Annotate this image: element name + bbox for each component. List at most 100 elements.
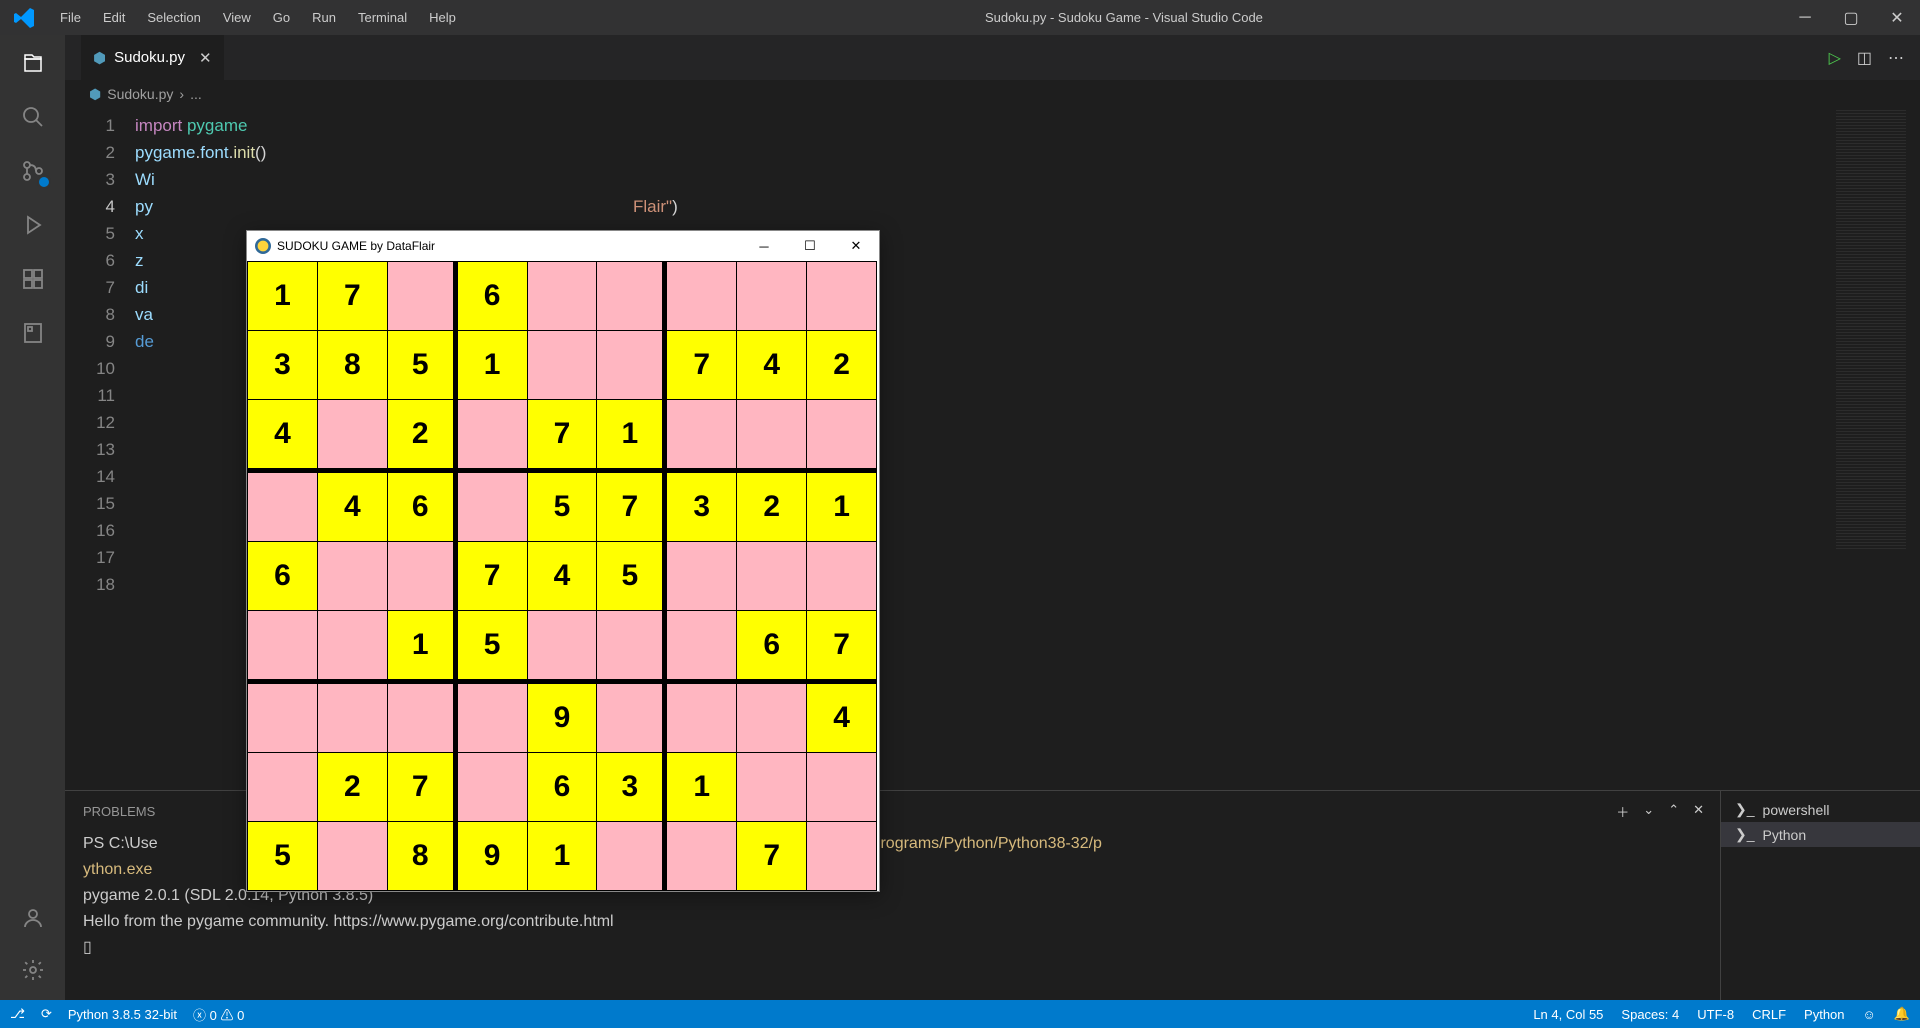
tab-sudoku-py[interactable]: ⬢ Sudoku.py ✕ <box>81 35 224 80</box>
status-encoding[interactable]: UTF-8 <box>1697 1007 1734 1022</box>
pygame-window[interactable]: SUDOKU GAME by DataFlair ─ ☐ ✕ 176385174… <box>246 230 880 892</box>
menu-view[interactable]: View <box>213 5 261 30</box>
sudoku-cell[interactable] <box>597 331 666 399</box>
sudoku-cell[interactable]: 7 <box>597 473 666 541</box>
sudoku-cell[interactable]: 6 <box>458 262 527 330</box>
status-cursor[interactable]: Ln 4, Col 55 <box>1533 1007 1603 1022</box>
sudoku-cell[interactable]: 9 <box>458 822 527 890</box>
sudoku-cell[interactable]: 7 <box>737 822 806 890</box>
extensions-icon[interactable] <box>19 265 47 293</box>
sync-icon[interactable]: ⟳ <box>41 1006 52 1022</box>
sudoku-cell[interactable] <box>528 611 597 683</box>
menu-help[interactable]: Help <box>419 5 466 30</box>
sudoku-cell[interactable]: 7 <box>528 400 597 472</box>
sudoku-cell[interactable] <box>458 473 527 541</box>
sudoku-cell[interactable]: 1 <box>597 400 666 472</box>
menu-selection[interactable]: Selection <box>137 5 210 30</box>
sudoku-cell[interactable]: 1 <box>807 473 876 541</box>
panel-tab-problems[interactable]: PROBLEMS <box>83 804 155 819</box>
sudoku-cell[interactable] <box>737 684 806 752</box>
sudoku-cell[interactable]: 5 <box>458 611 527 683</box>
sudoku-cell[interactable] <box>388 684 457 752</box>
shell-python[interactable]: ❯_Python <box>1721 822 1920 847</box>
sudoku-cell[interactable] <box>458 753 527 821</box>
menu-terminal[interactable]: Terminal <box>348 5 417 30</box>
menu-file[interactable]: File <box>50 5 91 30</box>
explorer-icon[interactable] <box>19 49 47 77</box>
sudoku-cell[interactable] <box>737 542 806 610</box>
sudoku-cell[interactable]: 1 <box>388 611 457 683</box>
menu-run[interactable]: Run <box>302 5 346 30</box>
pygame-maximize-button[interactable]: ☐ <box>787 231 833 261</box>
sudoku-cell[interactable] <box>458 400 527 472</box>
sudoku-cell[interactable]: 5 <box>597 542 666 610</box>
sudoku-cell[interactable] <box>597 262 666 330</box>
status-python-version[interactable]: Python 3.8.5 32-bit <box>68 1007 177 1022</box>
sudoku-cell[interactable]: 2 <box>737 473 806 541</box>
sudoku-cell[interactable]: 2 <box>807 331 876 399</box>
sudoku-cell[interactable] <box>318 822 387 890</box>
sudoku-cell[interactable]: 8 <box>318 331 387 399</box>
status-language[interactable]: Python <box>1804 1007 1844 1022</box>
sudoku-cell[interactable]: 7 <box>388 753 457 821</box>
sudoku-cell[interactable]: 1 <box>528 822 597 890</box>
sudoku-cell[interactable] <box>318 611 387 683</box>
sudoku-cell[interactable] <box>667 542 736 610</box>
sudoku-cell[interactable]: 2 <box>318 753 387 821</box>
sudoku-cell[interactable]: 7 <box>318 262 387 330</box>
sudoku-cell[interactable]: 8 <box>388 822 457 890</box>
account-icon[interactable] <box>19 904 47 932</box>
sudoku-cell[interactable]: 6 <box>528 753 597 821</box>
sudoku-cell[interactable]: 5 <box>388 331 457 399</box>
sudoku-cell[interactable] <box>597 684 666 752</box>
sudoku-cell[interactable] <box>248 473 317 541</box>
remote-icon[interactable]: ⎇ <box>10 1006 25 1022</box>
status-eol[interactable]: CRLF <box>1752 1007 1786 1022</box>
sudoku-cell[interactable] <box>528 262 597 330</box>
sudoku-cell[interactable] <box>248 753 317 821</box>
sudoku-cell[interactable] <box>528 331 597 399</box>
sudoku-cell[interactable]: 3 <box>597 753 666 821</box>
sudoku-cell[interactable]: 4 <box>248 400 317 472</box>
sudoku-cell[interactable]: 4 <box>528 542 597 610</box>
split-editor-icon[interactable]: ◫ <box>1857 48 1872 68</box>
sudoku-cell[interactable]: 3 <box>248 331 317 399</box>
sudoku-cell[interactable] <box>667 684 736 752</box>
run-debug-icon[interactable] <box>19 211 47 239</box>
sudoku-cell[interactable] <box>248 684 317 752</box>
close-button[interactable]: ✕ <box>1874 0 1920 35</box>
sudoku-cell[interactable]: 7 <box>667 331 736 399</box>
sudoku-cell[interactable]: 4 <box>807 684 876 752</box>
sudoku-cell[interactable] <box>807 400 876 472</box>
sudoku-cell[interactable] <box>597 611 666 683</box>
sudoku-cell[interactable] <box>318 684 387 752</box>
menu-edit[interactable]: Edit <box>93 5 135 30</box>
sudoku-cell[interactable]: 6 <box>248 542 317 610</box>
more-actions-icon[interactable]: ⋯ <box>1888 48 1904 68</box>
maximize-panel-icon[interactable]: ⌃ <box>1668 802 1679 821</box>
sudoku-cell[interactable] <box>388 262 457 330</box>
feedback-icon[interactable]: ☺ <box>1863 1007 1876 1022</box>
sudoku-grid[interactable]: 1763851742427146573216745156794276315891… <box>247 261 877 891</box>
status-problems[interactable]: ⓧ 0 ⚠ 0 <box>193 1005 244 1024</box>
pygame-minimize-button[interactable]: ─ <box>741 231 787 261</box>
sudoku-cell[interactable]: 5 <box>248 822 317 890</box>
sudoku-cell[interactable] <box>667 822 736 890</box>
sudoku-cell[interactable]: 7 <box>807 611 876 683</box>
sudoku-cell[interactable] <box>667 611 736 683</box>
remote-explorer-icon[interactable] <box>19 319 47 347</box>
new-terminal-icon[interactable]: ＋ <box>1616 802 1629 821</box>
breadcrumb[interactable]: ⬢ Sudoku.py › ... <box>65 80 1920 108</box>
minimap[interactable] <box>1836 110 1906 550</box>
sudoku-cell[interactable]: 2 <box>388 400 457 472</box>
terminal-dropdown-icon[interactable]: ⌄ <box>1643 802 1654 821</box>
sudoku-cell[interactable] <box>667 400 736 472</box>
sudoku-cell[interactable] <box>318 542 387 610</box>
sudoku-cell[interactable]: 5 <box>528 473 597 541</box>
pygame-close-button[interactable]: ✕ <box>833 231 879 261</box>
sudoku-cell[interactable]: 3 <box>667 473 736 541</box>
sudoku-cell[interactable]: 1 <box>458 331 527 399</box>
run-file-icon[interactable]: ▷ <box>1829 48 1841 68</box>
sudoku-cell[interactable] <box>807 262 876 330</box>
sudoku-cell[interactable] <box>737 262 806 330</box>
